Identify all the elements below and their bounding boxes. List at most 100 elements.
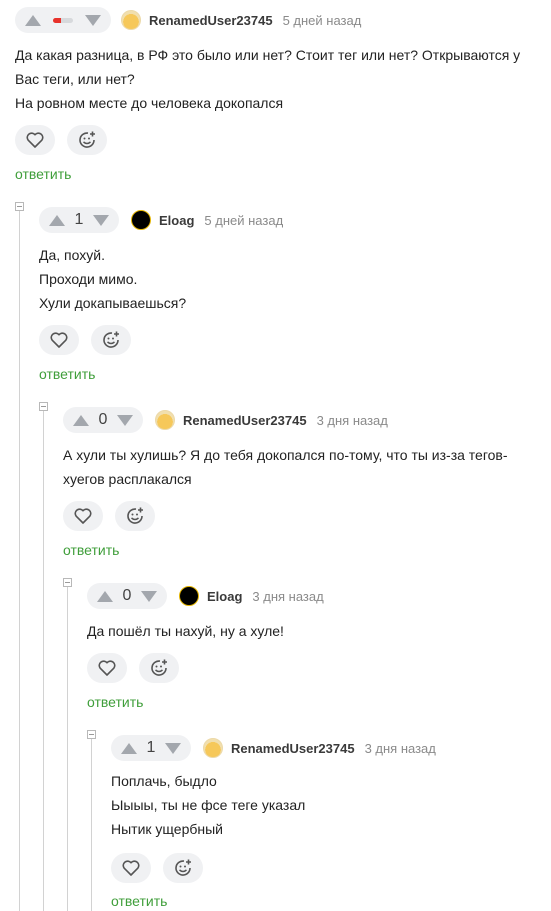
reply-link[interactable]: ответить: [63, 542, 119, 558]
rating-value: 0: [98, 411, 108, 428]
comment-time[interactable]: 5 дней назад: [283, 13, 362, 28]
comment-author[interactable]: RenamedUser23745: [183, 413, 307, 428]
comment-line: Ыыыы, ты не фсе теге указал: [111, 797, 306, 813]
comment-actions: [111, 853, 203, 883]
black-circle-avatar-icon[interactable]: [179, 586, 199, 606]
collapse-minus-icon[interactable]: [15, 202, 24, 211]
comment: 1 Eloag 5 дней назад Да, похуй. Проходи …: [39, 207, 539, 387]
pikachu-avatar-icon[interactable]: [203, 738, 223, 758]
add-emoji-icon: [175, 859, 191, 876]
comment-author[interactable]: Eloag: [207, 589, 242, 604]
comment-time[interactable]: 5 дней назад: [204, 213, 283, 228]
reaction-button[interactable]: [91, 325, 131, 355]
comment: 1 RenamedUser23745 3 дня назад Поплачь, …: [111, 735, 541, 911]
add-emoji-icon: [79, 131, 95, 148]
comment-time[interactable]: 3 дня назад: [317, 413, 388, 428]
comment: 0 RenamedUser23745 3 дня назад А хули ты…: [63, 407, 543, 567]
comment-line: Нытик ущербный: [111, 821, 223, 837]
thread-line: [67, 586, 68, 911]
heart-icon: [98, 660, 116, 676]
comment-text: Да какая разница, в РФ это было или нет?…: [15, 43, 520, 115]
vote-widget: 1: [39, 207, 119, 233]
arrow-up-icon[interactable]: [49, 214, 65, 226]
comment-text: Поплачь, быдло Ыыыы, ты не фсе теге указ…: [111, 769, 305, 841]
comment-line: Хули докапываешься?: [39, 295, 187, 311]
vote-widget: 0: [87, 583, 167, 609]
vote-widget: 1: [111, 735, 191, 761]
reply-link[interactable]: ответить: [111, 893, 167, 909]
comment-author[interactable]: RenamedUser23745: [149, 13, 273, 28]
like-button[interactable]: [39, 325, 79, 355]
comment-actions: [87, 653, 179, 683]
comment-text: Да, похуй. Проходи мимо. Хули докапываеш…: [39, 243, 186, 315]
rating-value: 0: [122, 587, 132, 604]
collapse-minus-icon[interactable]: [39, 402, 48, 411]
comment-author[interactable]: Eloag: [159, 213, 194, 228]
reaction-button[interactable]: [163, 853, 203, 883]
comment-line: хуегов расплакался: [63, 471, 192, 487]
comment-header: 1 Eloag 5 дней назад: [39, 207, 283, 233]
comment-line: Да, похуй.: [39, 247, 105, 263]
arrow-up-icon[interactable]: [25, 14, 41, 26]
arrow-down-icon[interactable]: [141, 590, 157, 602]
comment-author[interactable]: RenamedUser23745: [231, 741, 355, 756]
vote-widget: [15, 7, 111, 33]
comment-header: RenamedUser23745 5 дней назад: [15, 7, 361, 33]
reply-link[interactable]: ответить: [15, 166, 71, 182]
comment: RenamedUser23745 5 дней назад Да какая р…: [15, 7, 545, 187]
reply-link[interactable]: ответить: [87, 694, 143, 710]
arrow-up-icon[interactable]: [121, 742, 137, 754]
reaction-button[interactable]: [139, 653, 179, 683]
rating-value: 1: [146, 739, 156, 756]
reaction-button[interactable]: [115, 501, 155, 531]
reply-link[interactable]: ответить: [39, 366, 95, 382]
add-emoji-icon: [103, 331, 119, 348]
add-emoji-icon: [127, 507, 143, 524]
vote-widget: 0: [63, 407, 143, 433]
like-button[interactable]: [15, 125, 55, 155]
add-emoji-icon: [151, 659, 167, 676]
comment: 0 Eloag 3 дня назад Да пошёл ты нахуй, н…: [87, 583, 537, 713]
pikachu-avatar-icon[interactable]: [121, 10, 141, 30]
heart-icon: [50, 332, 68, 348]
collapse-minus-icon[interactable]: [87, 730, 96, 739]
arrow-down-icon[interactable]: [85, 14, 101, 26]
comment-time[interactable]: 3 дня назад: [252, 589, 323, 604]
comment-actions: [39, 325, 131, 355]
reaction-button[interactable]: [67, 125, 107, 155]
comment-text: А хули ты хулишь? Я до тебя докопался по…: [63, 443, 508, 491]
comment-line: А хули ты хулишь? Я до тебя докопался по…: [63, 447, 508, 463]
comment-line: Поплачь, быдло: [111, 773, 217, 789]
comment-line: Вас теги, или нет?: [15, 71, 135, 87]
comment-header: 0 RenamedUser23745 3 дня назад: [63, 407, 388, 433]
like-button[interactable]: [111, 853, 151, 883]
pikachu-avatar-icon[interactable]: [155, 410, 175, 430]
comment-header: 0 Eloag 3 дня назад: [87, 583, 324, 609]
thread-line: [91, 738, 92, 911]
heart-icon: [74, 508, 92, 524]
arrow-down-icon[interactable]: [93, 214, 109, 226]
rating-bar: [53, 17, 73, 23]
comment-actions: [15, 125, 107, 155]
comment-line: На ровном месте до человека докопался: [15, 95, 284, 111]
arrow-up-icon[interactable]: [97, 590, 113, 602]
arrow-up-icon[interactable]: [73, 414, 89, 426]
comment-actions: [63, 501, 155, 531]
thread-line: [19, 210, 20, 911]
arrow-down-icon[interactable]: [165, 742, 181, 754]
thread-line: [43, 410, 44, 911]
comment-header: 1 RenamedUser23745 3 дня назад: [111, 735, 436, 761]
comment-line: Да какая разница, в РФ это было или нет?…: [15, 47, 521, 63]
collapse-minus-icon[interactable]: [63, 578, 72, 587]
comment-time[interactable]: 3 дня назад: [365, 741, 436, 756]
heart-icon: [26, 132, 44, 148]
like-button[interactable]: [63, 501, 103, 531]
comment-line: Да пошёл ты нахуй, ну а хуле!: [87, 623, 284, 639]
like-button[interactable]: [87, 653, 127, 683]
rating-value: 1: [74, 211, 84, 228]
heart-icon: [122, 860, 140, 876]
black-circle-avatar-icon[interactable]: [131, 210, 151, 230]
arrow-down-icon[interactable]: [117, 414, 133, 426]
comment-line: Проходи мимо.: [39, 271, 138, 287]
comment-text: Да пошёл ты нахуй, ну а хуле!: [87, 619, 284, 643]
